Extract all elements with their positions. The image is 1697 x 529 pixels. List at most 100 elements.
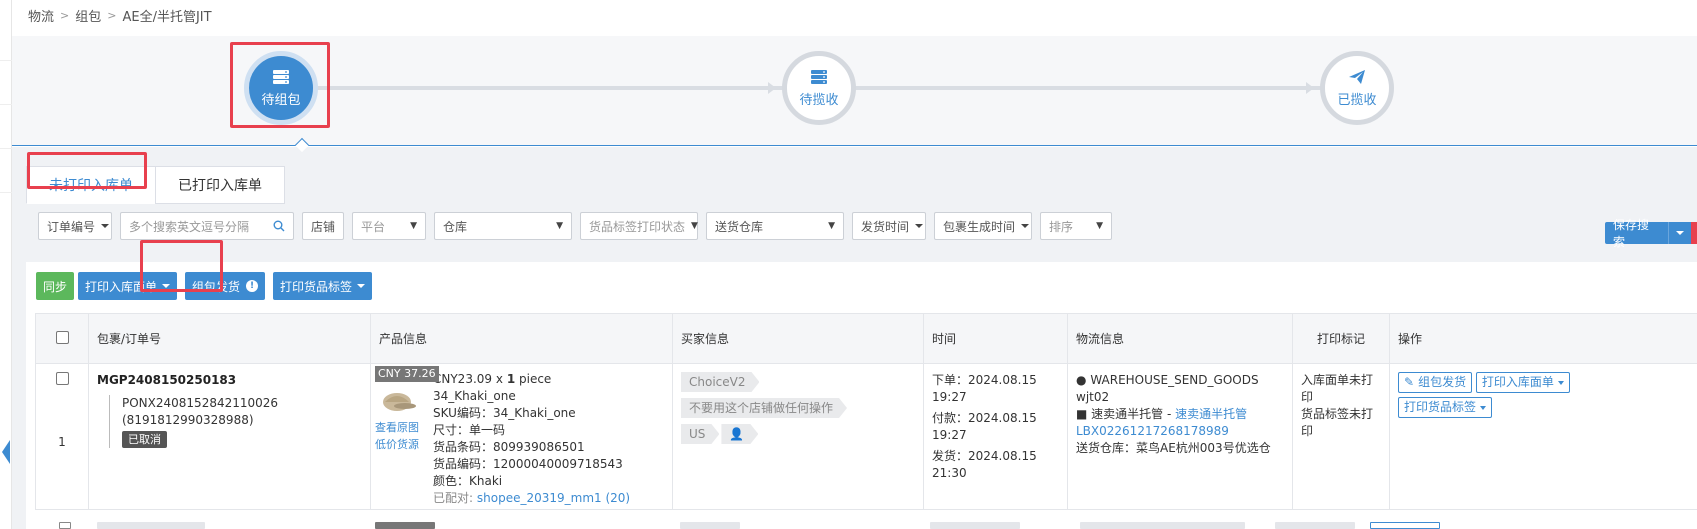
operations-cell: ✎ 组包发货 打印入库面单 打印货品标签: [1389, 363, 1697, 510]
paid-time: 付款：2024.08.15 19:27: [932, 411, 1037, 442]
qty-separator: x: [495, 372, 503, 386]
column-header: 产品信息: [370, 313, 673, 364]
row-print-labels-button[interactable]: 打印货品标签: [1398, 397, 1493, 418]
row-package-ship-label: 组包发货: [1418, 375, 1467, 389]
paper-plane-icon: [1349, 69, 1365, 84]
platform-select[interactable]: 平台 ▼: [352, 212, 426, 240]
chevron-down-icon: ▼: [828, 221, 835, 231]
table-row: 1 MGP2408150250183 PONX2408152842110026 …: [35, 363, 1697, 510]
carrier-line: ■ 速卖通半托管 - 速卖通半托管: [1076, 406, 1284, 423]
matched-link[interactable]: shopee_20319_mm1 (20): [477, 491, 630, 505]
view-source-link[interactable]: 查看原图: [375, 419, 425, 436]
print-labels-button[interactable]: 打印货品标签: [273, 272, 373, 300]
print-mark-partial: [1275, 522, 1355, 529]
user-icon: ●: [1076, 373, 1087, 387]
row-checkbox[interactable]: [55, 372, 69, 385]
product-details: CNY23.09 x 1 piece 34_Khaki_one SKU编码：34…: [433, 366, 630, 507]
column-header: 操作: [1389, 313, 1697, 364]
step-pending-pickup[interactable]: 待揽收: [782, 51, 856, 125]
warehouse-label: 仓库: [443, 219, 468, 234]
breadcrumb-current: AE全/半托管JIT: [122, 10, 212, 25]
delivery-warehouse-label: 送货仓库: [715, 219, 764, 234]
ship-time-label: 发货时间: [861, 219, 910, 234]
print-mark-cell: 入库面单未打印 货品标签未打印: [1292, 363, 1390, 510]
step-picked-up[interactable]: 已揽收: [1320, 51, 1394, 125]
highlight-box: [230, 42, 330, 128]
carrier-name: 速卖通半托管: [1091, 407, 1164, 421]
logistics-line1: WAREHOUSE_SEND_GOODS: [1090, 373, 1259, 387]
logistics-warehouse-line: ● WAREHOUSE_SEND_GOODS: [1076, 372, 1284, 389]
shop-button[interactable]: 店铺: [302, 212, 344, 240]
sort-label: 排序: [1049, 219, 1074, 234]
breadcrumb-item[interactable]: 物流: [28, 6, 54, 25]
sync-button[interactable]: 同步: [36, 272, 75, 300]
unit-price: CNY23.09: [433, 372, 493, 386]
cap-product-image: [383, 393, 416, 411]
sort-select[interactable]: 排序 ▼: [1040, 212, 1112, 240]
carrier-link[interactable]: 速卖通半托管: [1175, 407, 1247, 421]
edit-icon: ✎: [1404, 375, 1415, 389]
caret-down-icon: [1480, 405, 1487, 410]
order-number[interactable]: PONX2408152842110026 (8191812990328988): [109, 395, 362, 429]
caret-down-icon: [915, 224, 924, 228]
chevron-right-icon: >: [60, 9, 70, 22]
row-index: 1: [58, 435, 66, 449]
search-icon[interactable]: [273, 220, 285, 232]
row-print-inbound-button[interactable]: 打印入库面单: [1475, 372, 1570, 393]
warehouse-select[interactable]: 仓库 ▼: [434, 212, 572, 240]
row-checkbox[interactable]: [59, 522, 71, 529]
matched-label: 已配对:: [433, 491, 474, 505]
edge-button[interactable]: [1691, 222, 1697, 244]
quantity: 1: [506, 372, 516, 386]
op-button-partial[interactable]: [1370, 522, 1440, 529]
price-badge-partial: [375, 522, 435, 529]
label-print-status-label: 货品标签打印状态: [589, 219, 686, 234]
order-no-select[interactable]: 订单编号: [38, 212, 112, 240]
row-print-labels-label: 打印货品标签: [1404, 400, 1477, 414]
print-mark-inbound: 入库面单未打印: [1301, 373, 1374, 404]
user-icon: 👤: [721, 424, 758, 444]
status-badge: 已取消: [122, 431, 167, 448]
save-search-button[interactable]: 保存搜索: [1605, 218, 1669, 249]
label-print-status-select[interactable]: 货品标签打印状态 ▼: [580, 212, 698, 240]
search-input[interactable]: 多个搜索英文逗号分隔: [120, 212, 294, 240]
tracking-number[interactable]: LBX02261217268178989: [1076, 423, 1284, 440]
sidebar-collapse-handle[interactable]: [2, 440, 10, 464]
search-placeholder: 多个搜索英文逗号分隔: [129, 219, 250, 234]
row-package-ship-button[interactable]: ✎ 组包发货: [1398, 372, 1473, 393]
delivery-warehouse-select[interactable]: 送货仓库 ▼: [706, 212, 844, 240]
highlight-box: [140, 240, 223, 292]
product-thumbnail[interactable]: CNY 37.26 查看原图 低价货源: [375, 366, 439, 507]
package-time-dropdown[interactable]: 包裹生成时间: [934, 212, 1032, 240]
tab-printed[interactable]: 已打印入库单: [155, 166, 285, 204]
time-cell: 下单：2024.08.15 19:27 付款：2024.08.15 19:27 …: [923, 363, 1068, 510]
logistics-partial: [1080, 522, 1245, 529]
breadcrumb-item[interactable]: 组包: [75, 6, 101, 25]
buyer-tag-partial: [680, 522, 740, 529]
country-tag: US: [681, 424, 719, 444]
ship-time-dropdown[interactable]: 发货时间: [852, 212, 926, 240]
row-print-inbound-label: 打印入库面单: [1481, 375, 1554, 389]
logistics-line2: wjt02: [1076, 390, 1110, 404]
order-no-label: 订单编号: [47, 219, 96, 234]
save-search-dropdown[interactable]: [1668, 222, 1692, 244]
buyer-tag: 不要用这个店铺做任何操作: [681, 398, 847, 418]
sku-code: SKU编码：34_Khaki_one: [433, 406, 576, 420]
table-row-partial: [35, 517, 1697, 529]
chevron-down-icon: ▼: [410, 221, 417, 231]
buyer-tag: ChoiceV2: [681, 372, 759, 392]
select-all-checkbox[interactable]: [55, 330, 69, 344]
carrier-dash: -: [1163, 407, 1176, 421]
step-label: 待揽收: [799, 92, 839, 108]
caret-down-icon: [1676, 231, 1685, 235]
low-price-link[interactable]: 低价货源: [375, 436, 425, 453]
color: 颜色：Khaki: [433, 474, 503, 488]
package-number[interactable]: MGP2408150250183: [97, 372, 362, 389]
rail-divider: [0, 148, 12, 149]
matched-line: 已配对: shopee_20319_mm1 (20): [433, 490, 630, 507]
sku-name: 34_Khaki_one: [433, 389, 516, 403]
filter-bar: 订单编号 多个搜索英文逗号分隔 店铺 平台 ▼ 仓库 ▼ 货品标签打印状态 ▼ 送货仓…: [38, 212, 1112, 240]
shop-label: 店铺: [311, 219, 336, 234]
platform-label: 平台: [361, 219, 386, 234]
package-table: 包裹/订单号 产品信息 买家信息 时间 物流信息 打印标记 操作 1 MGP24…: [35, 313, 1697, 510]
